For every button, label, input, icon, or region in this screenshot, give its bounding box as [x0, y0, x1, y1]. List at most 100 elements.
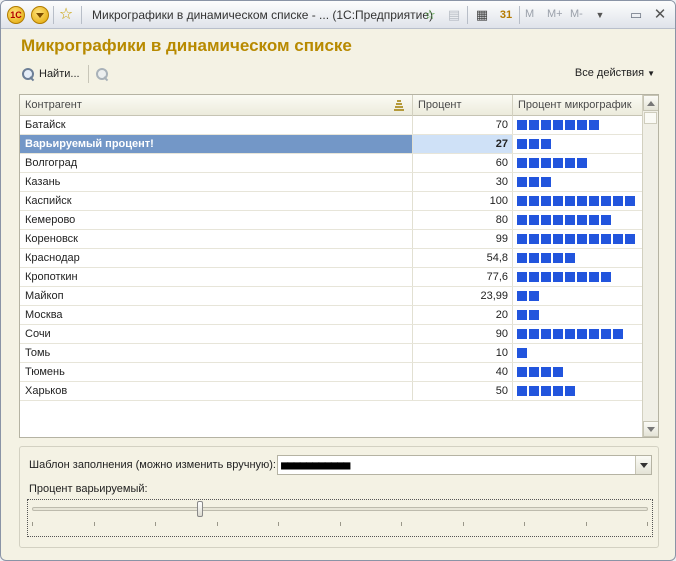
- table-row[interactable]: Тюмень 40: [20, 363, 642, 382]
- table-row[interactable]: Краснодар 54,8: [20, 249, 642, 268]
- main-menu-icon[interactable]: [31, 6, 49, 24]
- slider-thumb[interactable]: [196, 501, 203, 517]
- table-body: Батайск 70 Варьируемый процент! 27 Волгоград…: [20, 116, 642, 401]
- cell-microchart: [513, 192, 642, 210]
- microchart-block: [529, 196, 539, 206]
- cell-microchart: [513, 382, 642, 400]
- microchart-block: [517, 253, 527, 263]
- scroll-thumb[interactable]: [644, 112, 657, 124]
- microchart-block: [565, 120, 575, 130]
- vertical-scrollbar[interactable]: [642, 95, 658, 437]
- variable-percent-slider[interactable]: [27, 499, 653, 537]
- table-row[interactable]: Каспийск 100: [20, 192, 642, 211]
- microchart-block: [613, 234, 623, 244]
- table-row[interactable]: Томь 10: [20, 344, 642, 363]
- slider-tick: [216, 522, 218, 526]
- cell-microchart: [513, 363, 642, 381]
- calculator-icon[interactable]: ▦: [473, 6, 491, 24]
- find-button[interactable]: Найти...: [21, 65, 80, 83]
- table-row[interactable]: Харьков 50: [20, 382, 642, 401]
- memory-mplus-button[interactable]: M+: [547, 8, 563, 20]
- all-actions-menu[interactable]: Все действия ▼: [575, 67, 655, 79]
- memory-mminus-button[interactable]: M-: [570, 8, 583, 20]
- column-header-percent[interactable]: Процент: [413, 95, 513, 116]
- microchart-block: [577, 329, 587, 339]
- cell-kontragent: Майкоп: [20, 287, 413, 305]
- cell-kontragent: Варьируемый процент!: [20, 135, 413, 153]
- microchart-block: [541, 120, 551, 130]
- scroll-up-button[interactable]: [643, 95, 658, 111]
- app-logo-icon[interactable]: 1С: [7, 6, 25, 24]
- table-row[interactable]: Сочи 90: [20, 325, 642, 344]
- column-header-kontragent[interactable]: Контрагент: [20, 95, 413, 116]
- slider-tick: [647, 522, 648, 526]
- microchart-block: [577, 196, 587, 206]
- microchart-block: [517, 158, 527, 168]
- microchart-block: [589, 215, 599, 225]
- cancel-search-button[interactable]: [93, 65, 111, 83]
- microchart-block: [529, 215, 539, 225]
- cell-kontragent: Харьков: [20, 382, 413, 400]
- microchart-block: [517, 329, 527, 339]
- microchart-block: [529, 291, 539, 301]
- cell-kontragent: Кемерово: [20, 211, 413, 229]
- table-row[interactable]: Москва 20: [20, 306, 642, 325]
- microchart-block: [565, 196, 575, 206]
- microchart-block: [517, 367, 527, 377]
- cell-kontragent: Сочи: [20, 325, 413, 343]
- microchart-block: [529, 177, 539, 187]
- table-row[interactable]: Кропоткин 77,6: [20, 268, 642, 287]
- microchart-block: [553, 272, 563, 282]
- cancel-search-icon: [95, 67, 109, 81]
- microchart-block: [541, 386, 551, 396]
- table-row[interactable]: Казань 30: [20, 173, 642, 192]
- microchart-block: [589, 196, 599, 206]
- maximize-icon[interactable]: ▭: [627, 6, 645, 24]
- microchart-block: [517, 272, 527, 282]
- microchart-block: [541, 329, 551, 339]
- page-title: Микрографики в динамическом списке: [21, 36, 352, 55]
- chevron-down-icon[interactable]: ▼: [591, 6, 609, 24]
- dynamic-list-table[interactable]: Контрагент Процент Процент микрографик Б…: [19, 94, 659, 438]
- table-row[interactable]: Кемерово 80: [20, 211, 642, 230]
- microchart-block: [553, 158, 563, 168]
- microchart-block: [565, 329, 575, 339]
- close-icon[interactable]: ✕: [651, 6, 669, 24]
- slider-ticks: [32, 522, 648, 526]
- all-actions-label: Все действия: [574, 67, 645, 79]
- template-dropdown-button[interactable]: [635, 456, 651, 474]
- table-row[interactable]: Волгоград 60: [20, 154, 642, 173]
- microchart-block: [541, 196, 551, 206]
- table-row[interactable]: Батайск 70: [20, 116, 642, 135]
- document-icon[interactable]: ▤: [445, 6, 463, 24]
- microchart-block: [625, 234, 635, 244]
- microchart-block: [601, 215, 611, 225]
- microchart-block: [541, 272, 551, 282]
- favorites-add-icon[interactable]: ☆: [421, 6, 439, 24]
- scroll-down-button[interactable]: [643, 421, 658, 437]
- slider-tick: [93, 522, 95, 526]
- cell-percent: 30: [413, 173, 513, 191]
- cell-microchart: [513, 268, 642, 286]
- microchart-block: [517, 215, 527, 225]
- app-window: 1С ☆ Микрографики в динамическом списке …: [0, 0, 676, 561]
- cell-percent: 60: [413, 154, 513, 172]
- table-row[interactable]: Варьируемый процент! 27: [20, 135, 642, 154]
- cell-microchart: [513, 211, 642, 229]
- template-input[interactable]: ■■■■■■■■■■■: [277, 455, 652, 475]
- slider-tick: [524, 522, 525, 526]
- memory-m-button[interactable]: M: [525, 8, 534, 20]
- slider-tick: [155, 522, 156, 526]
- cell-kontragent: Томь: [20, 344, 413, 362]
- column-header-microchart[interactable]: Процент микрографик: [513, 95, 642, 116]
- cell-microchart: [513, 116, 642, 134]
- calendar-icon[interactable]: 31: [497, 6, 515, 24]
- cell-microchart: [513, 306, 642, 324]
- star-icon[interactable]: ☆: [57, 6, 75, 24]
- table-row[interactable]: Кореновск 99: [20, 230, 642, 249]
- cell-percent: 90: [413, 325, 513, 343]
- cell-percent: 80: [413, 211, 513, 229]
- microchart-block: [553, 120, 563, 130]
- microchart-block: [577, 272, 587, 282]
- table-row[interactable]: Майкоп 23,99: [20, 287, 642, 306]
